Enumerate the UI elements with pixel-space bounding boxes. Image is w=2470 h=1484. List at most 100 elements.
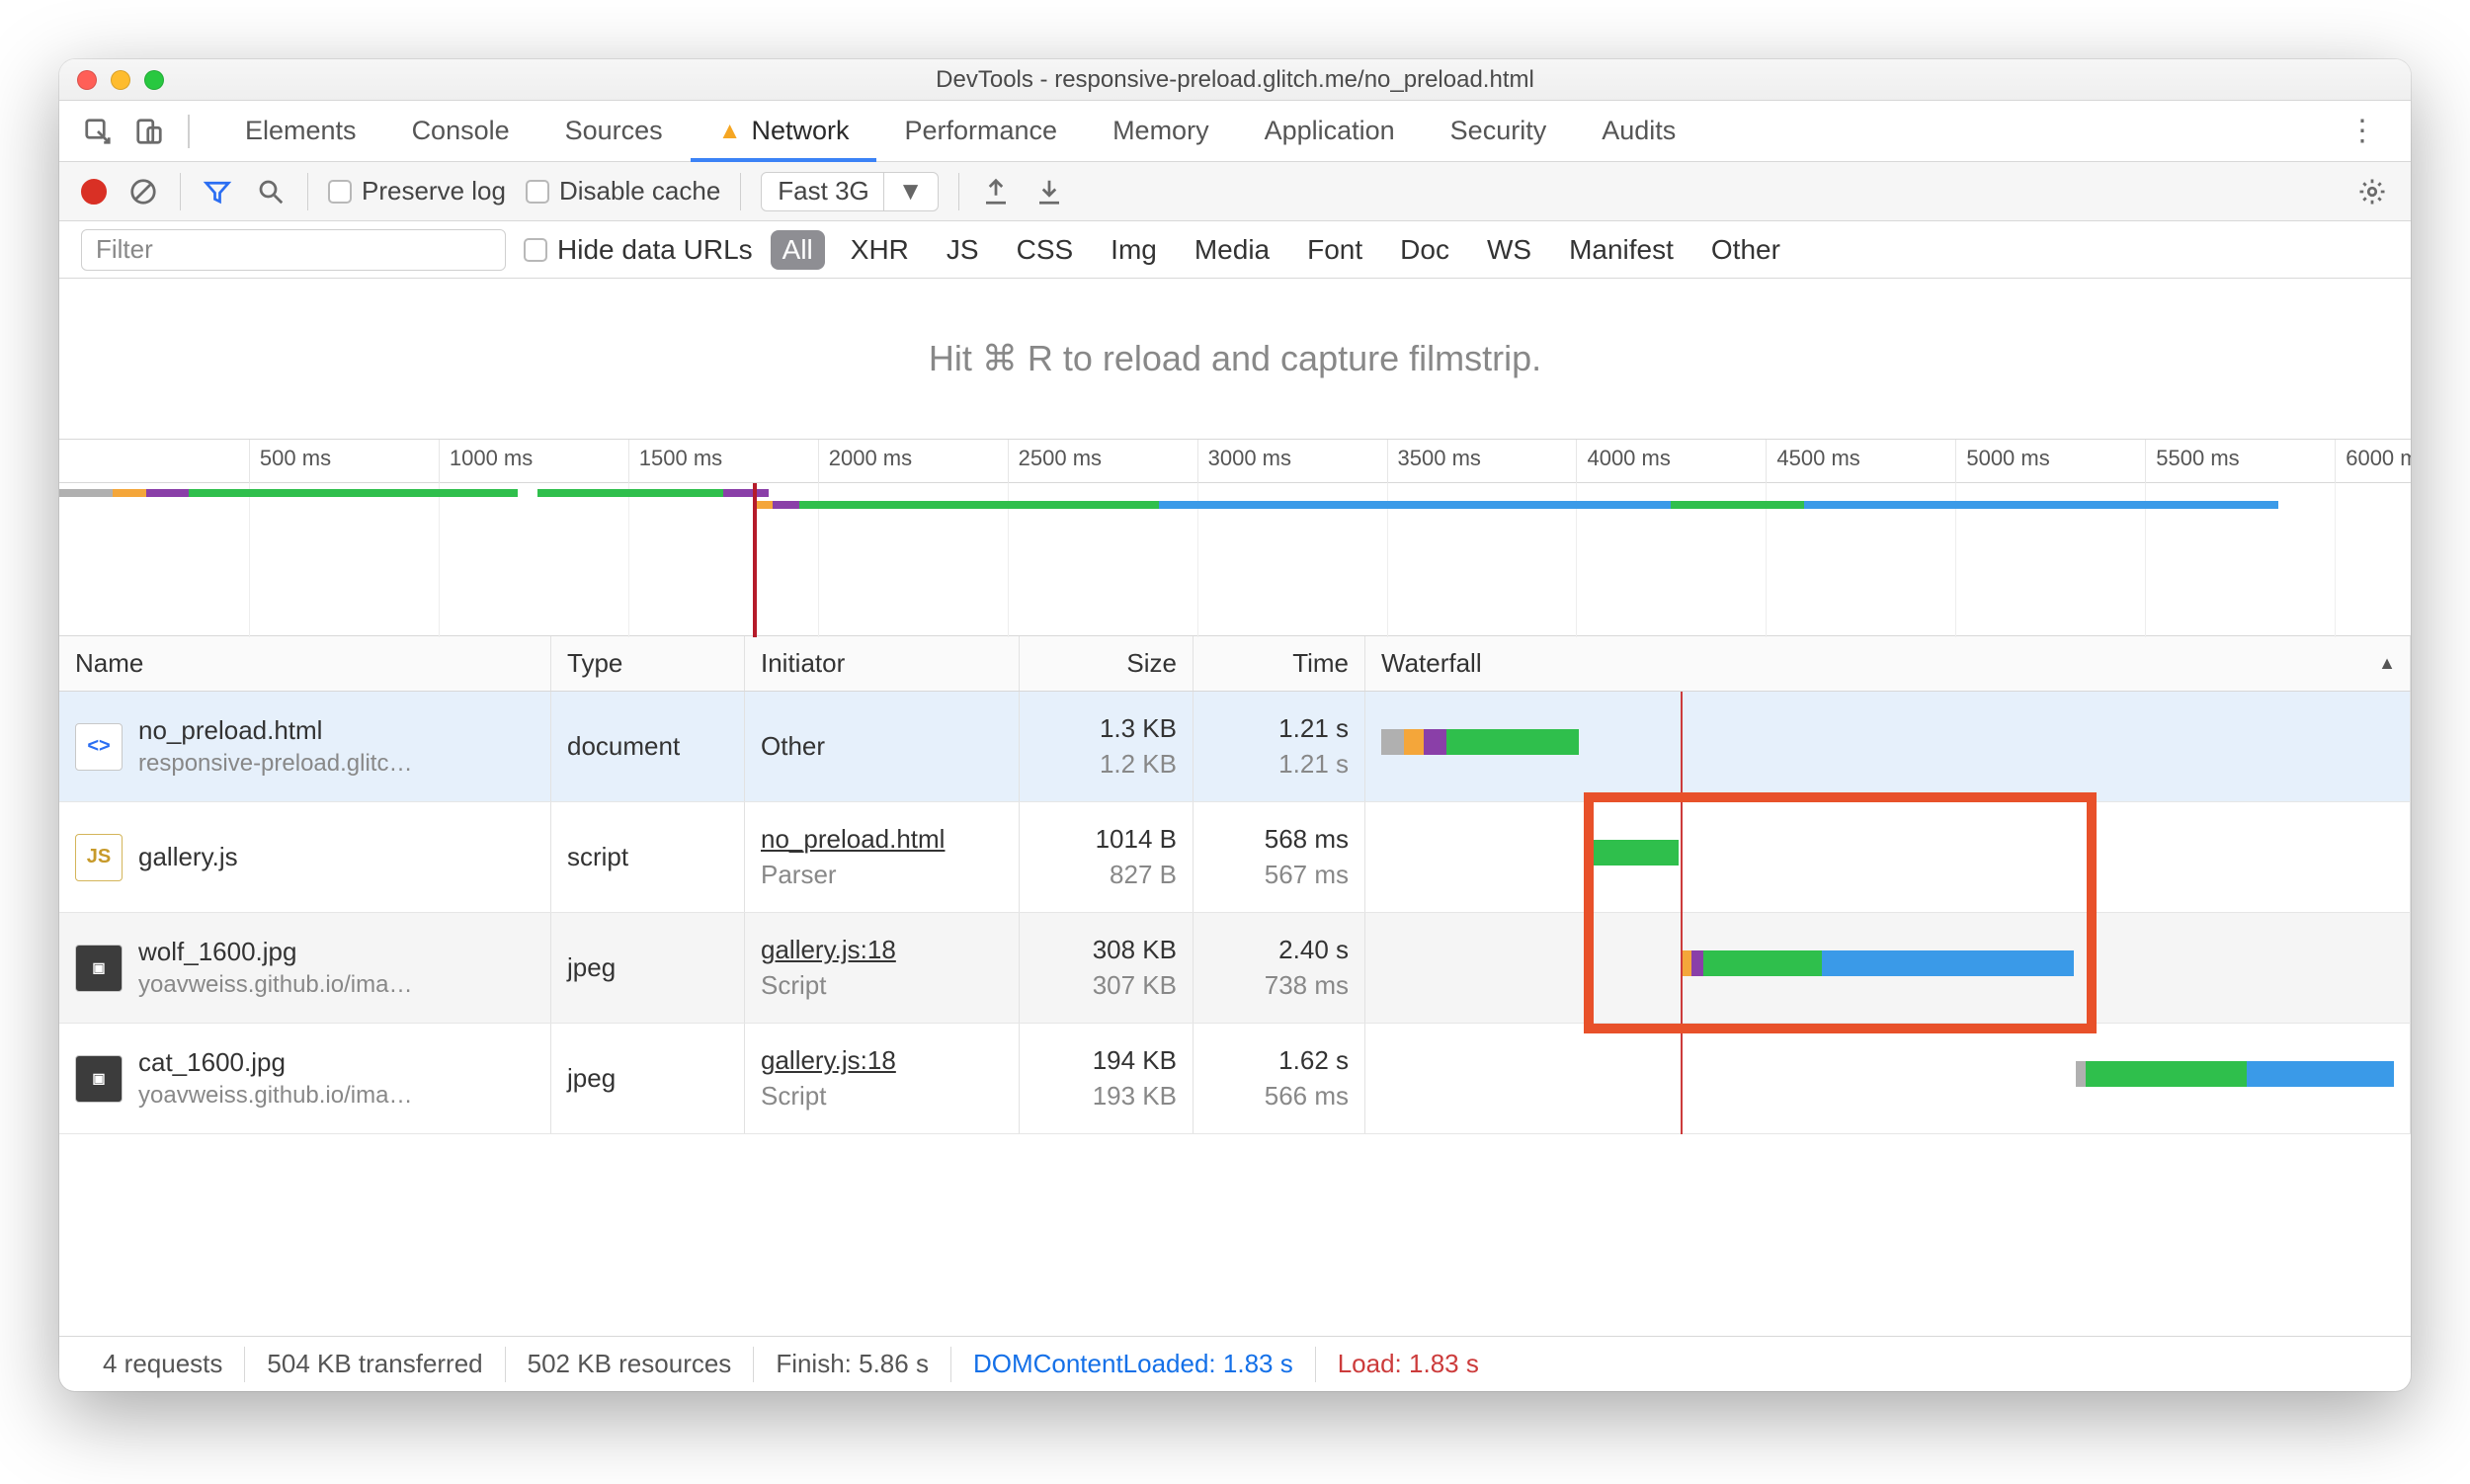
window-controls xyxy=(77,70,164,90)
panel-tabs: ElementsConsoleSources▲NetworkPerformanc… xyxy=(59,101,2411,162)
tick: 1500 ms xyxy=(628,440,722,483)
clear-icon[interactable] xyxy=(126,175,160,208)
minimize-window-button[interactable] xyxy=(111,70,130,90)
tab-console[interactable]: Console xyxy=(384,101,537,161)
filter-type-css[interactable]: CSS xyxy=(1005,230,1086,270)
request-type: document xyxy=(551,692,745,801)
filter-type-other[interactable]: Other xyxy=(1699,230,1792,270)
titlebar: DevTools - responsive-preload.glitch.me/… xyxy=(59,59,2411,101)
request-type: script xyxy=(551,802,745,912)
file-type-icon: JS xyxy=(75,834,123,881)
file-type-icon: ▣ xyxy=(75,945,123,992)
download-icon[interactable] xyxy=(1032,175,1066,208)
tick: 500 ms xyxy=(249,440,331,483)
table-row[interactable]: ▣cat_1600.jpgyoavweiss.github.io/ima…jpe… xyxy=(59,1024,2411,1134)
filter-type-font[interactable]: Font xyxy=(1295,230,1374,270)
filter-type-manifest[interactable]: Manifest xyxy=(1557,230,1686,270)
tick: 4500 ms xyxy=(1766,440,1859,483)
tab-memory[interactable]: Memory xyxy=(1085,101,1237,161)
filter-toggle-icon[interactable] xyxy=(201,175,234,208)
initiator-link[interactable]: no_preload.html xyxy=(761,822,945,857)
filter-type-xhr[interactable]: XHR xyxy=(839,230,921,270)
zoom-window-button[interactable] xyxy=(144,70,164,90)
request-origin: yoavweiss.github.io/ima… xyxy=(138,1080,412,1111)
status-bar: 4 requests 504 KB transferred 502 KB res… xyxy=(59,1336,2411,1391)
tab-performance[interactable]: Performance xyxy=(876,101,1085,161)
throttling-select[interactable]: Fast 3G▼ xyxy=(761,172,938,211)
file-type-icon: ▣ xyxy=(75,1055,123,1103)
filter-type-js[interactable]: JS xyxy=(935,230,991,270)
table-header[interactable]: Name Type Initiator Size Time Waterfall▲ xyxy=(59,636,2411,692)
window-title: DevTools - responsive-preload.glitch.me/… xyxy=(936,66,1534,94)
timeline-overview[interactable]: 500 ms1000 ms1500 ms2000 ms2500 ms3000 m… xyxy=(59,439,2411,636)
col-initiator[interactable]: Initiator xyxy=(745,636,1020,691)
tick: 3500 ms xyxy=(1387,440,1481,483)
col-time[interactable]: Time xyxy=(1194,636,1365,691)
request-time: 1.62 s566 ms xyxy=(1194,1024,1365,1133)
warning-icon: ▲ xyxy=(718,118,742,145)
filter-type-media[interactable]: Media xyxy=(1183,230,1281,270)
status-load: Load: 1.83 s xyxy=(1316,1347,1501,1382)
tab-network[interactable]: ▲Network xyxy=(691,101,877,161)
table-row[interactable]: JS gallery.js script no_preload.htmlParser 1… xyxy=(59,802,2411,913)
status-transferred: 504 KB transferred xyxy=(245,1347,505,1382)
initiator-link[interactable]: gallery.js:18 xyxy=(761,1043,896,1078)
tab-sources[interactable]: Sources xyxy=(537,101,691,161)
tab-application[interactable]: Application xyxy=(1237,101,1423,161)
request-time: 1.21 s1.21 s xyxy=(1194,692,1365,801)
filter-type-img[interactable]: Img xyxy=(1099,230,1169,270)
record-button[interactable] xyxy=(81,179,107,205)
col-size[interactable]: Size xyxy=(1020,636,1194,691)
request-time: 2.40 s738 ms xyxy=(1194,913,1365,1023)
col-type[interactable]: Type xyxy=(551,636,745,691)
initiator-type: Parser xyxy=(761,858,945,892)
search-icon[interactable] xyxy=(254,175,288,208)
request-origin: responsive-preload.glitc… xyxy=(138,748,412,779)
upload-icon[interactable] xyxy=(979,175,1013,208)
disable-cache-checkbox[interactable]: Disable cache xyxy=(526,176,720,206)
filter-type-all[interactable]: All xyxy=(771,230,825,270)
request-size: 1014 B827 B xyxy=(1020,802,1194,912)
filter-type-ws[interactable]: WS xyxy=(1475,230,1543,270)
col-name[interactable]: Name xyxy=(59,636,551,691)
preserve-log-checkbox[interactable]: Preserve log xyxy=(328,176,506,206)
filter-bar: Filter Hide data URLs All XHR JS CSS Img Medi… xyxy=(59,221,2411,279)
tick: 2500 ms xyxy=(1008,440,1102,483)
inspect-element-icon[interactable] xyxy=(81,115,115,148)
request-name: gallery.js xyxy=(138,841,238,874)
request-type: jpeg xyxy=(551,1024,745,1133)
requests-table: Name Type Initiator Size Time Waterfall▲… xyxy=(59,636,2411,1336)
settings-icon[interactable] xyxy=(2355,175,2389,208)
request-size: 1.3 KB1.2 KB xyxy=(1020,692,1194,801)
request-time: 568 ms567 ms xyxy=(1194,802,1365,912)
status-resources: 502 KB resources xyxy=(506,1347,755,1382)
network-toolbar: Preserve log Disable cache Fast 3G▼ xyxy=(59,162,2411,221)
tick: 5000 ms xyxy=(1955,440,2049,483)
tick: 1000 ms xyxy=(439,440,533,483)
device-toolbar-icon[interactable] xyxy=(132,115,166,148)
devtools-window: DevTools - responsive-preload.glitch.me/… xyxy=(59,59,2411,1391)
initiator-link[interactable]: gallery.js:18 xyxy=(761,933,896,967)
initiator-type: Script xyxy=(761,1079,896,1113)
tick: 2000 ms xyxy=(818,440,912,483)
close-window-button[interactable] xyxy=(77,70,97,90)
status-dcl: DOMContentLoaded: 1.83 s xyxy=(951,1347,1316,1382)
tab-audits[interactable]: Audits xyxy=(1574,101,1703,161)
filter-input[interactable]: Filter xyxy=(81,229,506,271)
request-name: no_preload.html xyxy=(138,714,412,748)
waterfall-cell[interactable] xyxy=(1365,692,2411,801)
tick: 5500 ms xyxy=(2145,440,2239,483)
table-row[interactable]: ▣wolf_1600.jpgyoavweiss.github.io/ima…jp… xyxy=(59,913,2411,1024)
waterfall-cell[interactable] xyxy=(1365,802,2411,912)
sort-indicator-icon: ▲ xyxy=(2378,653,2396,674)
tab-elements[interactable]: Elements xyxy=(217,101,384,161)
more-tabs-icon[interactable]: ⋮ xyxy=(2338,114,2389,148)
hide-data-urls-checkbox[interactable]: Hide data URLs xyxy=(524,234,753,266)
tab-security[interactable]: Security xyxy=(1423,101,1575,161)
waterfall-cell[interactable] xyxy=(1365,1024,2411,1133)
col-waterfall[interactable]: Waterfall▲ xyxy=(1365,636,2411,691)
waterfall-cell[interactable] xyxy=(1365,913,2411,1023)
file-type-icon: <> xyxy=(75,723,123,771)
filter-type-doc[interactable]: Doc xyxy=(1388,230,1461,270)
table-row[interactable]: <> no_preload.htmlresponsive-preload.glit… xyxy=(59,692,2411,802)
